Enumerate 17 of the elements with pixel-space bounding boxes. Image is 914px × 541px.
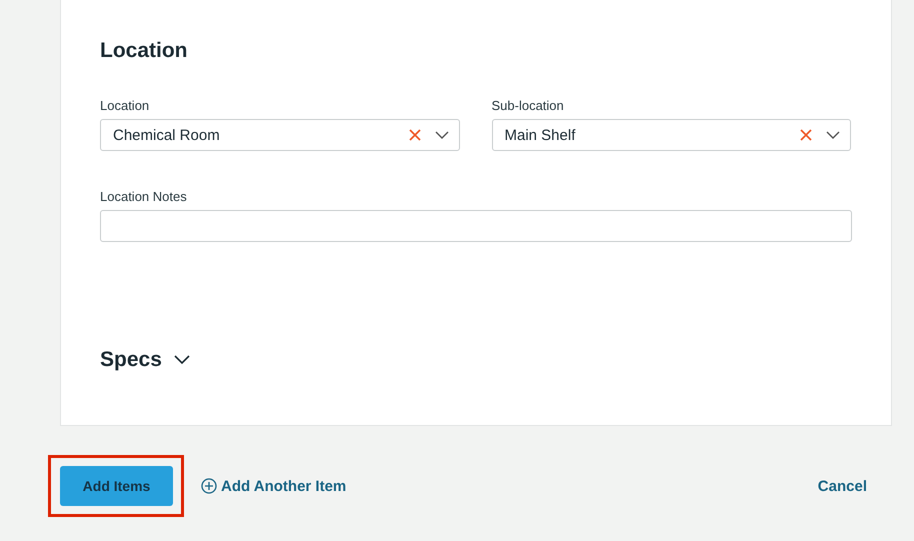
clear-icon[interactable] (408, 129, 420, 141)
field-label: Location Notes (100, 189, 188, 205)
cancel-link[interactable]: Cancel (818, 478, 867, 494)
field-label: Sub-location (492, 98, 565, 114)
select-field[interactable]: Chemical Room (100, 119, 460, 151)
chevron-down-icon (174, 355, 190, 365)
chevron-down-icon[interactable] (826, 130, 840, 140)
chevron-down-icon[interactable] (434, 130, 448, 140)
plus-circle-icon (201, 478, 217, 494)
field-label: Location (100, 98, 150, 114)
add-another-link[interactable]: Add Another Item (201, 478, 346, 494)
add-items-button[interactable]: Add Items (60, 466, 173, 506)
clear-icon[interactable] (800, 129, 812, 141)
section-toggle[interactable]: Specs (100, 348, 190, 372)
section-heading: Location (100, 38, 188, 64)
select-field[interactable]: Main Shelf (492, 119, 851, 151)
input-field[interactable] (100, 210, 852, 242)
